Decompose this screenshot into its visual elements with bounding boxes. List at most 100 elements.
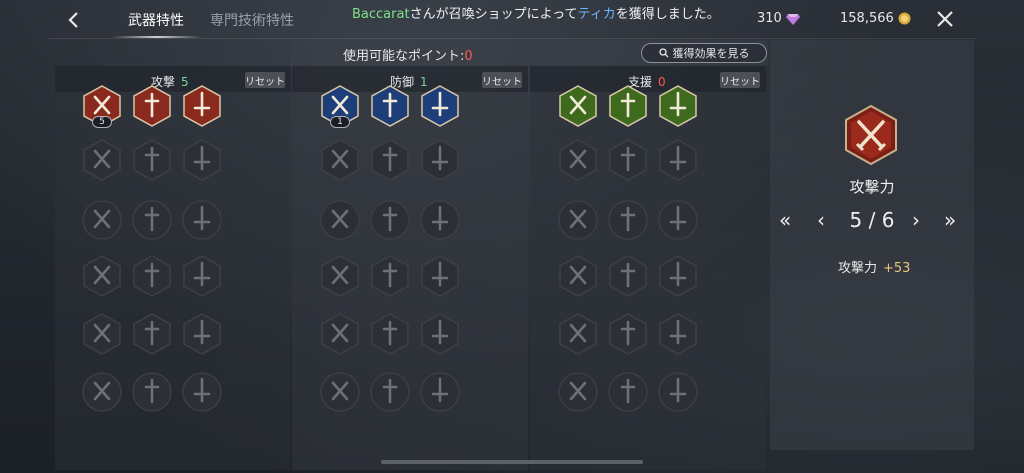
attack-skill-node[interactable] bbox=[182, 312, 222, 356]
support-skill-node[interactable] bbox=[658, 254, 698, 298]
attack-skill-node[interactable] bbox=[182, 84, 222, 128]
defense-reset-button[interactable]: リセット bbox=[482, 72, 522, 88]
gem-amount: 310 bbox=[757, 11, 782, 26]
defense-skill-node[interactable] bbox=[320, 198, 360, 242]
view-effects-button[interactable]: 獲得効果を見る bbox=[641, 43, 767, 63]
defense-skill-node[interactable] bbox=[420, 138, 460, 182]
attack-skill-node[interactable] bbox=[132, 370, 172, 414]
support-skill-node[interactable] bbox=[608, 138, 648, 182]
attack-skill-node[interactable] bbox=[132, 138, 172, 182]
defense-skill-node[interactable] bbox=[370, 312, 410, 356]
attack-skill-node[interactable] bbox=[182, 370, 222, 414]
attack-skill-node[interactable] bbox=[182, 138, 222, 182]
defense-skill-node[interactable] bbox=[320, 254, 360, 298]
announcement-banner: Baccaratさんが召喚ショップによってティカを獲得しました。 bbox=[352, 3, 720, 22]
support-reset-button[interactable]: リセット bbox=[720, 72, 760, 88]
support-skill-node[interactable] bbox=[658, 370, 698, 414]
defense-skill-icon bbox=[420, 372, 460, 412]
defense-skill-icon bbox=[370, 372, 410, 412]
defense-skill-icon bbox=[420, 200, 460, 240]
attack-skill-node[interactable] bbox=[82, 254, 122, 298]
last-page-button[interactable]: » bbox=[944, 208, 956, 232]
support-skill-icon bbox=[609, 313, 647, 355]
tab-skill-traits[interactable]: 専門技術特性 bbox=[210, 10, 294, 30]
close-button[interactable] bbox=[934, 8, 956, 30]
defense-skill-node[interactable]: 1 bbox=[320, 84, 360, 128]
defense-skill-node[interactable] bbox=[420, 312, 460, 356]
support-skill-icon bbox=[559, 255, 597, 297]
support-skill-node[interactable] bbox=[558, 138, 598, 182]
support-skill-node[interactable] bbox=[658, 312, 698, 356]
support-skill-node[interactable] bbox=[558, 312, 598, 356]
support-skill-node[interactable] bbox=[658, 84, 698, 128]
back-button[interactable] bbox=[62, 8, 86, 32]
defense-skill-icon bbox=[421, 313, 459, 355]
attack-skill-node[interactable] bbox=[132, 84, 172, 128]
attack-skill-node[interactable] bbox=[82, 198, 122, 242]
notice-player-name: Baccarat bbox=[352, 7, 410, 22]
defense-skill-node[interactable] bbox=[370, 138, 410, 182]
defense-skill-icon bbox=[321, 255, 359, 297]
support-skill-icon bbox=[609, 85, 647, 127]
tab-weapon-traits[interactable]: 武器特性 bbox=[128, 10, 184, 30]
attack-skill-icon bbox=[83, 255, 121, 297]
attack-skill-node[interactable] bbox=[132, 198, 172, 242]
defense-skill-node[interactable] bbox=[320, 138, 360, 182]
notice-middle: さんが召喚ショップによって bbox=[409, 7, 578, 22]
gold-counter: 158,566 bbox=[840, 11, 911, 26]
defense-skill-node[interactable] bbox=[370, 198, 410, 242]
attack-skill-node[interactable] bbox=[182, 254, 222, 298]
support-skill-node[interactable] bbox=[558, 370, 598, 414]
defense-skill-node[interactable] bbox=[320, 312, 360, 356]
support-skill-node[interactable] bbox=[558, 254, 598, 298]
defense-skill-icon bbox=[370, 200, 410, 240]
next-page-button[interactable]: › bbox=[912, 208, 920, 232]
attack-skill-icon bbox=[133, 255, 171, 297]
support-skill-icon bbox=[559, 85, 597, 127]
support-skill-node[interactable] bbox=[608, 312, 648, 356]
attack-skill-node[interactable] bbox=[82, 312, 122, 356]
defense-skill-node[interactable] bbox=[420, 370, 460, 414]
support-skill-icon bbox=[658, 372, 698, 412]
support-skill-node[interactable] bbox=[658, 138, 698, 182]
attack-skill-node[interactable] bbox=[82, 138, 122, 182]
attack-reset-button[interactable]: リセット bbox=[245, 72, 285, 88]
attack-skill-icon bbox=[82, 372, 122, 412]
support-skill-node[interactable] bbox=[608, 370, 648, 414]
available-points-value: 0 bbox=[464, 49, 473, 64]
attack-skill-icon bbox=[82, 200, 122, 240]
support-skill-node[interactable] bbox=[608, 84, 648, 128]
support-skill-node[interactable] bbox=[558, 198, 598, 242]
attack-skill-node[interactable] bbox=[182, 198, 222, 242]
attack-skill-icon bbox=[83, 139, 121, 181]
notice-item-name: ティカ bbox=[577, 7, 616, 22]
available-points-label: 使用可能なポイント bbox=[343, 49, 461, 64]
attack-skill-icon bbox=[133, 85, 171, 127]
defense-skill-icon bbox=[371, 313, 409, 355]
attack-skill-node[interactable] bbox=[82, 370, 122, 414]
attack-skill-node[interactable] bbox=[132, 254, 172, 298]
support-skill-node[interactable] bbox=[608, 254, 648, 298]
attack-skill-node[interactable] bbox=[132, 312, 172, 356]
attack-skill-node[interactable]: 5 bbox=[82, 84, 122, 128]
horizontal-scrollbar[interactable] bbox=[381, 460, 643, 464]
attack-skill-icon bbox=[183, 255, 221, 297]
stat-label: 攻撃力 bbox=[838, 261, 878, 276]
support-skill-node[interactable] bbox=[558, 84, 598, 128]
gold-coin-icon bbox=[898, 12, 911, 25]
detail-panel bbox=[770, 40, 974, 450]
defense-skill-node[interactable] bbox=[370, 84, 410, 128]
selected-skill-name: 攻撃力 bbox=[849, 178, 895, 196]
defense-skill-node[interactable] bbox=[320, 370, 360, 414]
support-skill-node[interactable] bbox=[658, 198, 698, 242]
defense-skill-node[interactable] bbox=[420, 254, 460, 298]
support-skill-node[interactable] bbox=[608, 198, 648, 242]
defense-skill-node[interactable] bbox=[420, 198, 460, 242]
defense-skill-icon bbox=[371, 85, 409, 127]
top-bar: 武器特性 専門技術特性 Baccaratさんが召喚ショップによってティカを獲得し… bbox=[0, 0, 1024, 40]
defense-skill-node[interactable] bbox=[420, 84, 460, 128]
defense-skill-node[interactable] bbox=[370, 254, 410, 298]
stat-value: +53 bbox=[883, 261, 911, 276]
defense-skill-icon bbox=[421, 139, 459, 181]
defense-skill-node[interactable] bbox=[370, 370, 410, 414]
